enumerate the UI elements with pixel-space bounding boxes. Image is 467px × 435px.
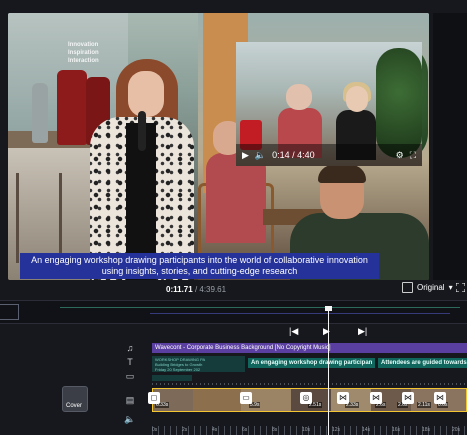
player-time-row: 0:11.71 / 4:39.61 Original ▾: [0, 282, 467, 298]
aspect-ratio-icon: [402, 282, 413, 293]
pip-plant: [376, 48, 422, 158]
aspect-ratio-label: Original: [417, 283, 445, 292]
coffee-urn: [57, 70, 87, 145]
caption-clip-title[interactable]: WORKSHOP DRAWING PA Building Bridges to …: [152, 356, 245, 372]
caption-clip-3[interactable]: Attendees are guided towards: [378, 358, 467, 368]
sign-line-1: Innovation: [68, 42, 99, 48]
foreground-man-hair: [318, 165, 366, 183]
time-display: 0:11.71 / 4:39.61: [166, 285, 226, 294]
caption-clip-2[interactable]: An engaging workshop drawing participan: [248, 358, 375, 368]
pip-controls: ▶ 🔈 0:14 / 4:40 ⚙ ⛶: [236, 144, 422, 166]
clip-duration: 2.11s: [417, 402, 431, 408]
chevron-down-icon: ▾: [448, 283, 453, 292]
preview-side-panel: [433, 13, 467, 280]
playhead[interactable]: [328, 310, 329, 435]
ruler-label: 18s: [422, 427, 431, 433]
transition-icon[interactable]: ⋈: [337, 392, 349, 404]
caption-ruler: [152, 383, 467, 385]
caption-small-line-3: Friday 20 September 202: [155, 367, 201, 372]
aspect-ratio-dropdown[interactable]: Original ▾: [402, 282, 453, 293]
pip-woman-head: [346, 86, 368, 112]
pip-play-icon[interactable]: ▶: [242, 150, 249, 161]
ruler-label: 16s: [392, 427, 401, 433]
volume-icon[interactable]: 🔈: [124, 414, 136, 425]
ruler-label: 12s: [332, 427, 341, 433]
transition-icon[interactable]: ⋈: [402, 392, 414, 404]
transition-icon[interactable]: ◻: [148, 392, 160, 404]
video-preview[interactable]: Innovation Inspiration Interaction ▶ 🔈 0…: [8, 13, 429, 280]
stool: [16, 173, 62, 263]
picture-in-picture-video[interactable]: ▶ 🔈 0:14 / 4:40 ⚙ ⛶: [236, 42, 422, 166]
overview-music-track: [150, 313, 450, 314]
transition-icon[interactable]: ⋈: [434, 392, 446, 404]
text-track-icon: T: [127, 357, 133, 367]
current-time: 0:11.71: [166, 285, 193, 294]
caption-overlay[interactable]: An engaging workshop drawing participant…: [20, 253, 379, 279]
skip-forward-icon[interactable]: ▶|: [358, 326, 367, 336]
video-track-icon: ▤: [125, 395, 135, 405]
ruler-label: 10s: [302, 427, 311, 433]
transport-controls: |◀ ▶ ▶|: [0, 323, 467, 341]
skip-back-icon[interactable]: |◀: [289, 326, 298, 336]
pip-settings-icon[interactable]: ⚙: [396, 150, 404, 161]
timeline-tracks[interactable]: ♫ T ▭ ▤ 🔈 Wavecont - Corporate Business …: [0, 340, 467, 435]
speaker-face: [128, 71, 164, 117]
caption-clip-small[interactable]: [152, 375, 192, 381]
thermos: [32, 83, 48, 143]
pip-man-head: [286, 84, 312, 110]
total-time: / 4:39.61: [194, 285, 227, 294]
overview-viewport-handle[interactable]: [0, 304, 19, 320]
fullscreen-icon[interactable]: [456, 283, 465, 292]
overview-timeline[interactable]: [0, 300, 467, 324]
overview-caption-track: [60, 307, 460, 308]
pip-volume-icon[interactable]: 🔈: [255, 150, 266, 161]
clip-thumbnail[interactable]: [193, 389, 241, 411]
pip-time: 0:14 / 4:40: [272, 150, 315, 160]
music-note-icon: ♫: [126, 343, 134, 353]
transition-icon[interactable]: ▭: [240, 392, 252, 404]
ruler-label: 4s: [212, 427, 218, 433]
pip-fullscreen-icon[interactable]: ⛶: [410, 150, 416, 161]
ruler-label: 2s: [182, 427, 188, 433]
subtitle-track-icon: ▭: [125, 371, 135, 381]
background-sign: Innovation Inspiration Interaction: [68, 41, 99, 65]
ruler-label: 20s: [452, 427, 461, 433]
ruler-label: 8s: [272, 427, 278, 433]
ruler-label: 6s: [242, 427, 248, 433]
caption-line-2: using insights, stories, and cutting-edg…: [101, 266, 298, 276]
transition-icon[interactable]: ◎: [300, 392, 312, 404]
ruler-label: 0s: [152, 427, 158, 433]
seated-man-body: [206, 153, 266, 243]
sign-line-3: Interaction: [68, 58, 99, 64]
time-ruler[interactable]: 0s 2s 4s 6s 8s 10s 12s 14s 16s 18s 20s: [152, 426, 467, 435]
music-clip[interactable]: Wavecont - Corporate Business Background…: [152, 343, 467, 353]
cover-label: Cover: [65, 403, 82, 409]
microphone: [138, 111, 146, 151]
transition-icon[interactable]: ⋈: [370, 392, 382, 404]
ruler-label: 14s: [362, 427, 371, 433]
caption-line-1: An engaging workshop drawing participant…: [31, 255, 368, 265]
sign-line-2: Inspiration: [68, 50, 99, 56]
